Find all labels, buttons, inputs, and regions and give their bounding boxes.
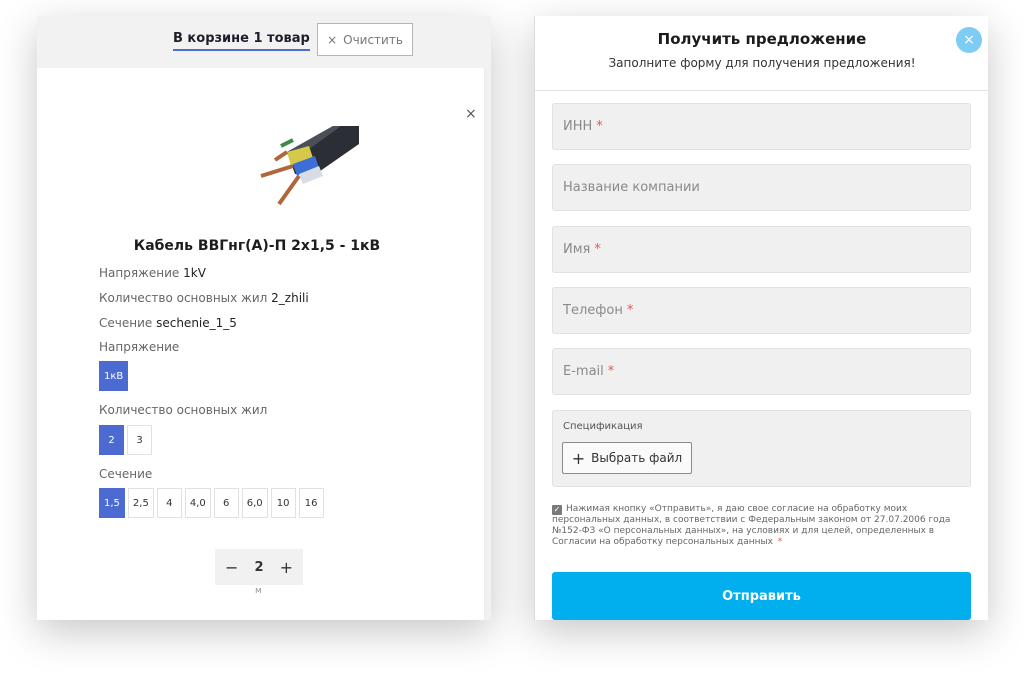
prop-section: Сечение sechenie_1_5 <box>99 316 237 330</box>
inn-field[interactable]: ИНН * <box>552 103 971 150</box>
option-cores-2[interactable]: 2 <box>99 425 124 455</box>
prop-label: Напряжение <box>99 266 180 280</box>
option-section[interactable]: 1,5 <box>99 488 125 518</box>
clear-cart-button[interactable]: × Очистить <box>317 23 413 56</box>
required-mark: * <box>777 537 783 547</box>
plus-icon: + <box>571 448 586 468</box>
quantity-unit: м <box>255 586 262 596</box>
voltage-options: 1кВ <box>99 361 129 391</box>
minus-button[interactable]: − <box>225 558 238 577</box>
specification-upload: Спецификация + Выбрать файл <box>552 410 971 487</box>
email-field[interactable]: E-mail * <box>552 348 971 395</box>
cart-panel: В корзине 1 товар × Очистить × Кабель ВВ… <box>37 16 491 620</box>
field-placeholder: E-mail <box>563 364 604 379</box>
cart-header: В корзине 1 товар × Очистить <box>37 16 491 68</box>
screen: В корзине 1 товар × Очистить × Кабель ВВ… <box>0 0 1024 678</box>
plus-button[interactable]: + <box>280 558 293 577</box>
option-cores-3[interactable]: 3 <box>127 425 152 455</box>
prop-label: Количество основных жил <box>99 291 268 305</box>
field-placeholder: ИНН <box>563 119 593 134</box>
spec-label: Спецификация <box>563 421 643 432</box>
product-title: Кабель ВВГнг(А)-П 2х1,5 - 1кВ <box>133 238 381 254</box>
request-form-panel: Получить предложение Заполните форму для… <box>534 16 988 620</box>
section-options: 1,5 2,5 4 4,0 6 6,0 10 16 <box>99 488 324 518</box>
consent-text: Нажимая кнопку «Отправить», я даю свое с… <box>552 504 951 547</box>
group-label-cores: Количество основных жил <box>99 403 268 417</box>
option-section[interactable]: 4 <box>156 488 182 518</box>
prop-cores: Количество основных жил 2_zhili <box>99 291 309 305</box>
close-icon: × <box>327 32 338 47</box>
option-section[interactable]: 10 <box>270 488 296 518</box>
name-field[interactable]: Имя * <box>552 226 971 273</box>
option-section[interactable]: 16 <box>298 488 324 518</box>
prop-value: 2_zhili <box>271 291 309 305</box>
prop-label: Сечение <box>99 316 153 330</box>
choose-file-button[interactable]: + Выбрать файл <box>562 442 692 474</box>
group-label-section: Сечение <box>99 467 153 481</box>
option-voltage-1kv[interactable]: 1кВ <box>99 361 129 391</box>
option-section[interactable]: 6,0 <box>241 488 268 518</box>
required-mark: * <box>594 242 601 257</box>
divider <box>535 90 988 91</box>
quantity-value[interactable]: 2 <box>254 560 263 575</box>
consent-block: ✓ Нажимая кнопку «Отправить», я даю свое … <box>552 504 964 548</box>
required-mark: * <box>596 119 603 134</box>
field-placeholder: Имя <box>563 242 591 257</box>
remove-item-icon[interactable]: × <box>465 106 477 122</box>
prop-value: 1kV <box>183 266 206 280</box>
prop-value: sechenie_1_5 <box>156 316 237 330</box>
choose-file-label: Выбрать файл <box>591 451 683 465</box>
option-section[interactable]: 2,5 <box>127 488 154 518</box>
phone-field[interactable]: Телефон * <box>552 287 971 334</box>
quantity-stepper: − 2 + <box>215 549 303 585</box>
cart-count-tab[interactable]: В корзине 1 товар <box>173 31 310 51</box>
option-section[interactable]: 6 <box>213 488 239 518</box>
required-mark: * <box>626 303 634 318</box>
option-section[interactable]: 4,0 <box>184 488 211 518</box>
cable-image <box>260 126 359 206</box>
field-placeholder: Телефон <box>563 303 623 318</box>
field-placeholder: Название компании <box>563 180 700 195</box>
cores-options: 2 3 <box>99 425 152 455</box>
company-name-field[interactable]: Название компании <box>552 164 971 211</box>
clear-cart-label: Очистить <box>343 32 403 47</box>
consent-checkbox[interactable]: ✓ <box>552 505 562 515</box>
required-mark: * <box>607 364 615 379</box>
cart-scrollbar[interactable] <box>484 68 491 620</box>
submit-button[interactable]: Отправить <box>552 572 971 620</box>
form-title: Получить предложение <box>657 30 867 48</box>
close-icon[interactable]: × <box>956 27 982 53</box>
prop-voltage: Напряжение 1kV <box>99 266 206 280</box>
form-subtitle: Заполните форму для получения предложени… <box>608 56 916 70</box>
group-label-voltage: Напряжение <box>99 340 180 354</box>
